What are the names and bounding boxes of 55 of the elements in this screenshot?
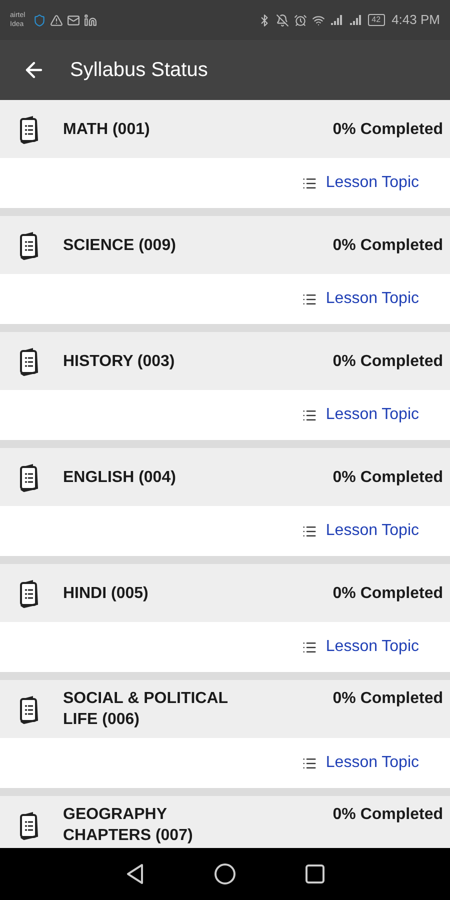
subject-title: SCIENCE (009) <box>63 236 176 256</box>
subject-header[interactable]: MATH (001) 0% Completed <box>0 100 450 158</box>
alarm-icon <box>294 14 307 26</box>
subject-title: ENGLISH (004) <box>63 468 176 488</box>
lesson-topic-link[interactable]: Lesson Topic <box>302 287 419 311</box>
battery-level: 42 <box>368 14 385 26</box>
notebook-icon <box>18 346 40 376</box>
back-nav-icon[interactable] <box>124 863 145 885</box>
completion-status: 0% Completed <box>332 468 443 488</box>
subject-header[interactable]: SCIENCE (009) 0% Completed <box>0 216 450 274</box>
shield-icon <box>33 14 46 26</box>
subject-title: HISTORY (003) <box>63 352 175 372</box>
list-icon <box>302 756 317 770</box>
subject-title: HINDI (005) <box>63 584 148 604</box>
lesson-topic-link[interactable]: Lesson Topic <box>302 171 419 195</box>
notebook-icon <box>18 578 40 608</box>
list-icon <box>302 640 317 654</box>
subject-header[interactable]: ENGLISH (004) 0% Completed <box>0 448 450 506</box>
lesson-topic-link[interactable]: Lesson Topic <box>302 403 419 427</box>
completion-status: 0% Completed <box>332 584 443 604</box>
wifi-icon <box>312 14 325 26</box>
warning-icon <box>50 14 64 26</box>
subject-title: MATH (001) <box>63 120 150 140</box>
subject-header[interactable]: GEOGRAPHY CHAPTERS (007) 0% Completed <box>0 796 450 848</box>
signal-icon <box>348 14 363 26</box>
mail-icon <box>67 14 80 26</box>
notebook-icon <box>18 462 40 492</box>
signal-icon <box>330 14 344 26</box>
completion-status: 0% Completed <box>332 805 443 825</box>
list-icon <box>302 176 317 190</box>
lesson-topic-link[interactable]: Lesson Topic <box>302 635 419 659</box>
subject-title: SOCIAL & POLITICAL LIFE (006) <box>63 689 229 730</box>
notebook-icon <box>18 810 40 840</box>
linkedin-icon <box>84 14 98 26</box>
home-nav-icon[interactable] <box>214 863 236 885</box>
lesson-topic-link[interactable]: Lesson Topic <box>302 751 419 775</box>
list-icon <box>302 292 317 306</box>
subject-title: GEOGRAPHY CHAPTERS (007) <box>63 805 194 846</box>
screen-title: Syllabus Status <box>70 58 208 83</box>
completion-status: 0% Completed <box>332 352 443 372</box>
subject-header[interactable]: HISTORY (003) 0% Completed <box>0 332 450 390</box>
lesson-topic-link[interactable]: Lesson Topic <box>302 519 419 543</box>
completion-status: 0% Completed <box>332 120 443 140</box>
notebook-icon <box>18 230 40 260</box>
subject-header[interactable]: SOCIAL & POLITICAL LIFE (006) 0% Completed <box>0 680 450 738</box>
completion-status: 0% Completed <box>332 236 443 256</box>
recents-nav-icon[interactable] <box>305 864 326 884</box>
notebook-icon <box>18 694 40 724</box>
mute-icon <box>276 14 289 26</box>
list-icon <box>302 524 317 538</box>
completion-status: 0% Completed <box>332 689 443 709</box>
notebook-icon <box>18 114 40 144</box>
clock-time: 4:43 PM <box>392 11 440 30</box>
subject-header[interactable]: HINDI (005) 0% Completed <box>0 564 450 622</box>
list-icon <box>302 408 317 422</box>
